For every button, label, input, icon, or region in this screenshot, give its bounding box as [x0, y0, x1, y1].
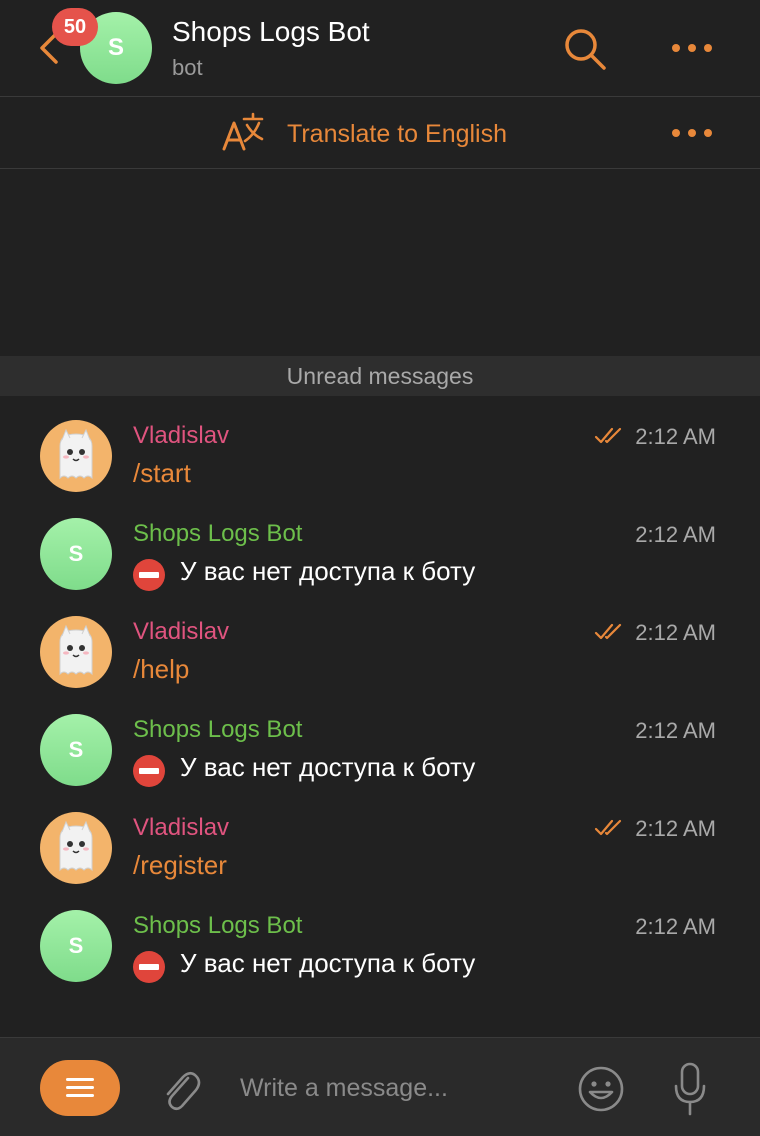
ghost-cat-avatar-icon [59, 428, 93, 480]
message-text: У вас нет доступа к боту [180, 556, 476, 586]
double-check-icon [594, 623, 622, 640]
message-text-wrapper[interactable]: У вас нет доступа к боту [133, 948, 476, 983]
more-dots-icon[interactable] [670, 38, 714, 58]
sender-name[interactable]: Shops Logs Bot [133, 716, 302, 744]
ghost-cat-avatar-icon [59, 624, 93, 676]
chat-subtitle: bot [172, 55, 203, 80]
message-time: 2:12 AM [635, 522, 716, 547]
user-avatar[interactable] [40, 812, 112, 884]
bot-avatar[interactable]: S [40, 910, 112, 982]
unread-messages-divider: Unread messages [0, 356, 760, 396]
smiley-icon[interactable] [576, 1064, 626, 1114]
message-text[interactable]: /register [133, 850, 227, 881]
message-item[interactable]: S Shops Logs Bot У вас нет доступа к бот… [0, 910, 760, 1008]
user-avatar[interactable] [40, 420, 112, 492]
sender-name[interactable]: Shops Logs Bot [133, 912, 302, 940]
message-item[interactable]: S Shops Logs Bot У вас нет доступа к бот… [0, 714, 760, 812]
no-entry-emoji [133, 559, 165, 591]
sender-name[interactable]: Shops Logs Bot [133, 520, 302, 548]
translate-bar: Translate to English [0, 97, 760, 169]
message-input[interactable] [240, 1068, 540, 1108]
message-time: 2:12 AM [635, 424, 716, 449]
sender-name[interactable]: Vladislav [133, 814, 229, 842]
translate-icon [222, 112, 264, 151]
message-item[interactable]: Vladislav /help 2:12 AM [0, 616, 760, 714]
bot-avatar[interactable]: S [40, 518, 112, 590]
message-text: У вас нет доступа к боту [180, 948, 476, 978]
message-time: 2:12 AM [635, 620, 716, 645]
message-text[interactable]: /start [133, 458, 191, 489]
chat-title[interactable]: Shops Logs Bot [172, 16, 370, 48]
no-entry-emoji [133, 755, 165, 787]
message-item[interactable]: Vladislav /start 2:12 AM [0, 420, 760, 518]
paperclip-icon[interactable] [158, 1064, 202, 1114]
message-text-wrapper[interactable]: У вас нет доступа к боту [133, 556, 476, 591]
message-composer [0, 1037, 760, 1136]
message-time: 2:12 AM [635, 914, 716, 939]
message-text[interactable]: /help [133, 654, 189, 685]
translate-more-dots-icon[interactable] [670, 123, 714, 143]
sender-name[interactable]: Vladislav [133, 618, 229, 646]
translate-label: Translate to English [287, 120, 508, 148]
chat-header: 50 S Shops Logs Bot bot [0, 0, 760, 97]
microphone-icon[interactable] [668, 1060, 712, 1118]
double-check-icon [594, 819, 622, 836]
message-text: У вас нет доступа к боту [180, 752, 476, 782]
double-check-icon [594, 427, 622, 444]
search-icon[interactable] [562, 26, 608, 72]
bot-avatar[interactable]: S [40, 714, 112, 786]
user-avatar[interactable] [40, 616, 112, 688]
no-entry-emoji [133, 951, 165, 983]
sender-name[interactable]: Vladislav [133, 422, 229, 450]
message-time: 2:12 AM [635, 816, 716, 841]
message-time: 2:12 AM [635, 718, 716, 743]
unread-count-badge: 50 [52, 8, 98, 46]
ghost-cat-avatar-icon [59, 820, 93, 872]
bot-menu-button[interactable] [40, 1060, 120, 1116]
message-item[interactable]: S Shops Logs Bot У вас нет доступа к бот… [0, 518, 760, 616]
message-text-wrapper[interactable]: У вас нет доступа к боту [133, 752, 476, 787]
message-item[interactable]: Vladislav /register 2:12 AM [0, 812, 760, 910]
